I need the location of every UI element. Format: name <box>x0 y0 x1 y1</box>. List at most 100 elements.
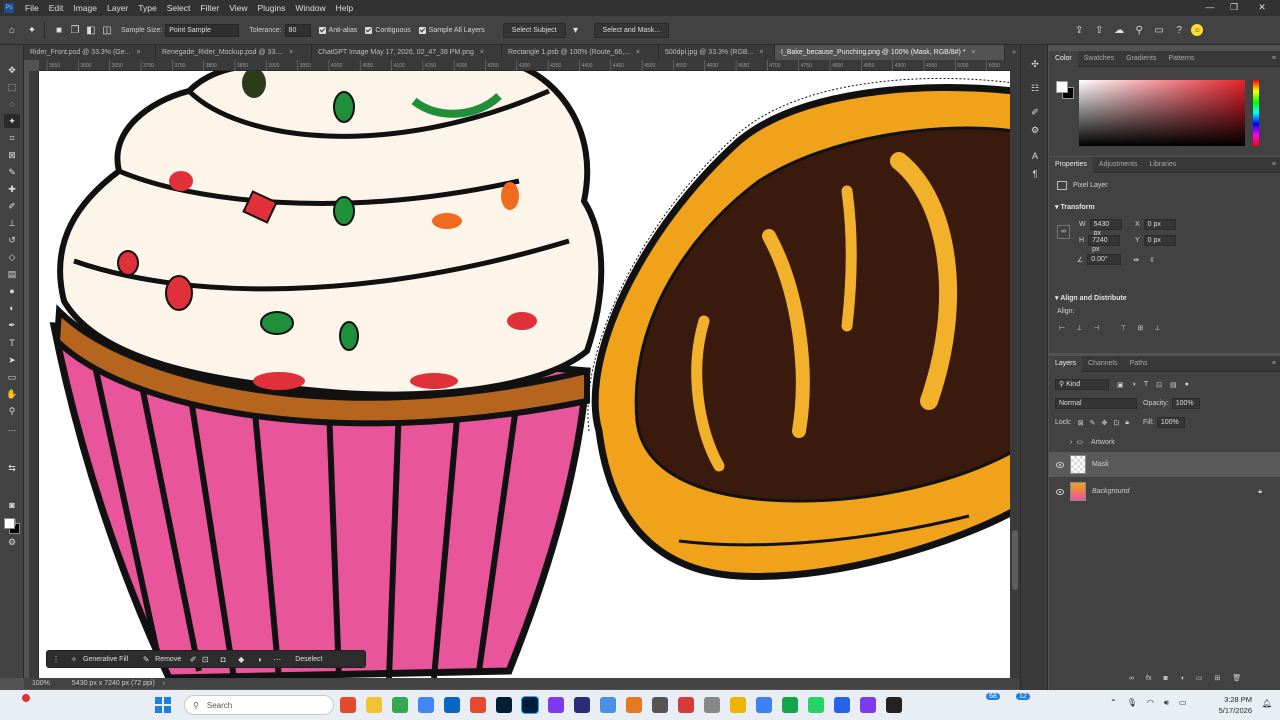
add-mask-icon[interactable]: ◙ <box>1163 675 1167 682</box>
tab-libraries[interactable]: Libraries <box>1143 157 1182 173</box>
premiere-icon[interactable] <box>574 697 590 713</box>
menu-image[interactable]: Image <box>68 0 102 16</box>
hue-slider[interactable] <box>1253 80 1259 146</box>
battery-icon[interactable]: ▭ <box>1179 698 1187 708</box>
clone-stamp-icon[interactable]: ⊥ <box>4 216 20 230</box>
filter-kind-select[interactable]: ⚲ Kind <box>1055 379 1109 390</box>
align-center-h-icon[interactable]: ⊥ <box>1076 324 1082 332</box>
lock-artboard-icon[interactable]: ⊡ <box>1113 419 1119 427</box>
close-icon[interactable]: × <box>636 45 640 60</box>
home-icon[interactable]: ⌂ <box>4 22 20 38</box>
menu-layer[interactable]: Layer <box>102 0 133 16</box>
filter-smart-object-icon[interactable]: ▤ <box>1170 381 1177 389</box>
clock[interactable]: 3:28 PM 5/17/2026 <box>1210 694 1252 716</box>
close-icon[interactable]: × <box>289 45 293 60</box>
panel-menu-icon[interactable]: ≡ <box>1272 55 1276 62</box>
new-layer-icon[interactable]: ⊞ <box>1215 674 1221 682</box>
calculator-icon[interactable] <box>704 697 720 713</box>
deselect-button[interactable]: Deselect <box>289 651 328 667</box>
user-avatar-icon[interactable]: ☺ <box>1191 24 1204 36</box>
transform-heading[interactable]: ▾ Transform <box>1055 203 1095 211</box>
eraser-tool-icon[interactable]: ◇ <box>4 250 20 264</box>
brave-icon[interactable] <box>470 697 486 713</box>
align-left-icon[interactable]: ⊢ <box>1059 324 1065 332</box>
align-right-icon[interactable]: ⊣ <box>1093 324 1099 332</box>
minimize-icon[interactable]: — <box>1198 0 1222 16</box>
add-selection-icon[interactable]: ❐ <box>67 22 83 38</box>
chrome-icon[interactable] <box>392 697 408 713</box>
frame-tool-icon[interactable]: ⊠ <box>4 148 20 162</box>
more-options-icon[interactable]: ⋯ <box>271 653 283 665</box>
close-icon[interactable]: × <box>972 45 976 60</box>
magic-wand-tool-icon[interactable]: ✦ <box>4 114 20 128</box>
align-top-icon[interactable]: ⊤ <box>1120 324 1126 332</box>
tab-channels[interactable]: Channels <box>1082 356 1124 372</box>
close-icon[interactable]: × <box>136 45 140 60</box>
search-icon[interactable]: ⚲ <box>1131 22 1147 38</box>
photoshop-icon[interactable] <box>496 697 512 713</box>
notification-bell-icon[interactable]: 🔔︎ <box>1262 699 1272 708</box>
brush-icon[interactable]: ✐ <box>1027 105 1043 119</box>
align-heading[interactable]: ▾ Align and Distribute <box>1055 294 1127 302</box>
menu-file[interactable]: File <box>20 0 44 16</box>
app-icon[interactable] <box>834 697 850 713</box>
more-tools-icon[interactable]: … <box>4 421 20 435</box>
chrome-icon[interactable] <box>340 697 356 713</box>
menu-help[interactable]: Help <box>331 0 358 16</box>
windows-start-icon[interactable] <box>155 697 171 713</box>
chevron-right-icon[interactable]: › <box>1070 439 1072 446</box>
lasso-tool-icon[interactable]: ◌ <box>4 97 20 111</box>
wifi-icon[interactable]: ◠ <box>1147 698 1154 708</box>
layer-row-artwork[interactable]: › ▭ Artwork <box>1049 433 1280 451</box>
layer-name[interactable]: Background <box>1092 488 1129 495</box>
tab-layers[interactable]: Layers <box>1049 355 1083 372</box>
app-icon[interactable] <box>860 697 876 713</box>
subtract-selection-icon[interactable]: ◧ <box>83 22 99 38</box>
hand-tool-icon[interactable]: ✋ <box>4 387 20 401</box>
flip-horizontal-icon[interactable]: ⇹ <box>1133 256 1139 264</box>
lock-position-icon[interactable]: ✥ <box>1101 419 1107 427</box>
filter-shape-icon[interactable]: ⊡ <box>1156 381 1162 389</box>
lock-transparent-icon[interactable]: ⊠ <box>1078 419 1084 427</box>
x-field[interactable]: 0 px <box>1143 219 1176 230</box>
tab-chatgpt-image[interactable]: ChatGPT Image May 17, 2026, 02_47_38 PM.… <box>312 45 502 60</box>
modify-selection-icon[interactable]: ✐ <box>187 653 199 665</box>
volume-icon[interactable]: 🔊︎ <box>1164 698 1169 708</box>
marquee-tool-icon[interactable]: ⬚ <box>4 80 20 94</box>
crop-tool-icon[interactable]: ⌗ <box>4 131 20 145</box>
edge-icon[interactable] <box>444 697 460 713</box>
eyedropper-tool-icon[interactable]: ✎ <box>4 165 20 179</box>
paragraph-icon[interactable]: ¶ <box>1027 167 1043 181</box>
notes-icon[interactable] <box>730 697 746 713</box>
capcut-icon[interactable] <box>886 697 902 713</box>
blur-tool-icon[interactable]: ● <box>4 284 20 298</box>
tab-adjustments[interactable]: Adjustments <box>1093 157 1144 173</box>
lock-image-icon[interactable]: ✎ <box>1090 419 1096 427</box>
mask-icon[interactable]: ◘ <box>217 653 229 665</box>
menu-plugins[interactable]: Plugins <box>252 0 290 16</box>
close-icon[interactable]: × <box>759 45 763 60</box>
expand-icon[interactable]: › <box>163 680 165 687</box>
tab-overflow-icon[interactable]: » <box>1008 45 1020 60</box>
remove-button[interactable]: ✎ Remove <box>134 651 187 667</box>
new-group-icon[interactable]: ▭ <box>1196 674 1203 682</box>
eye-icon[interactable] <box>1056 488 1064 495</box>
delete-layer-icon[interactable]: 🗑︎ <box>1232 674 1241 682</box>
layer-row-background[interactable]: Background 🔒︎ <box>1049 479 1280 504</box>
transform-selection-icon[interactable]: ⊡ <box>199 653 211 665</box>
brush-settings-icon[interactable]: ☷ <box>1027 81 1043 95</box>
generative-fill-button[interactable]: ✧ Generative Fill <box>62 651 134 667</box>
link-layers-icon[interactable]: ∞ <box>1129 675 1134 682</box>
move-tool-icon[interactable]: ✥ <box>4 63 20 77</box>
select-subject-button[interactable]: Select Subject <box>502 22 566 38</box>
taskbar-search-input[interactable]: ⚲ Search <box>184 695 334 715</box>
drag-handle-icon[interactable]: ⋮ <box>50 653 62 665</box>
intersect-selection-icon[interactable]: ◫ <box>99 22 115 38</box>
document-canvas[interactable] <box>39 71 1010 678</box>
contiguous-checkbox[interactable] <box>365 26 373 34</box>
filter-toggle-icon[interactable]: ● <box>1185 381 1189 388</box>
height-field[interactable]: 7240 px <box>1088 235 1121 253</box>
tab-i-bake[interactable]: I_Bake_because_Punching.png @ 100% (Mask… <box>775 45 1005 60</box>
edit-toolbar-icon[interactable]: ⚙ <box>4 535 20 549</box>
align-bottom-icon[interactable]: ⊥ <box>1154 324 1160 332</box>
